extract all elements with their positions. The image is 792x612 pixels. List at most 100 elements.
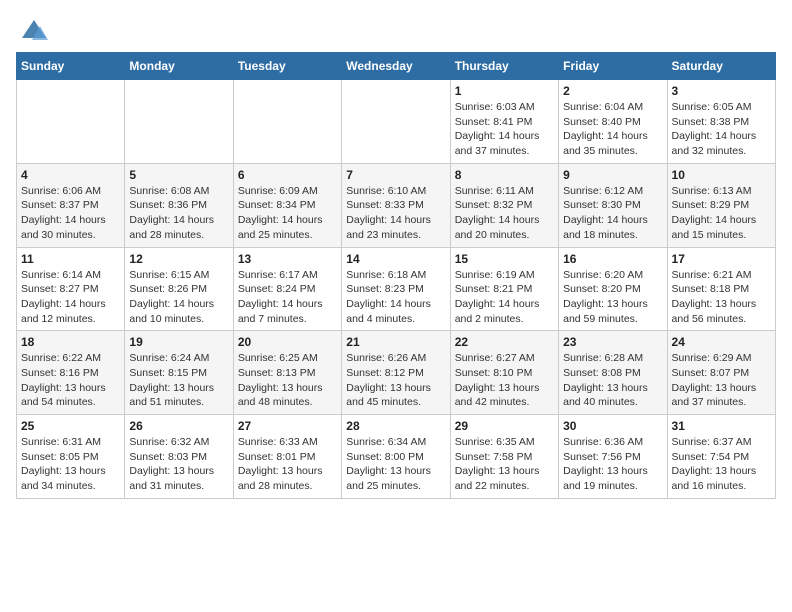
- calendar-cell: [342, 80, 450, 164]
- calendar-week-row: 25 Sunrise: 6:31 AMSunset: 8:05 PMDayligh…: [17, 415, 776, 499]
- logo-icon: [20, 16, 48, 44]
- day-info: Sunrise: 6:24 AMSunset: 8:15 PMDaylight:…: [129, 351, 228, 410]
- day-info: Sunrise: 6:05 AMSunset: 8:38 PMDaylight:…: [672, 100, 771, 159]
- day-number: 6: [238, 168, 337, 182]
- day-number: 10: [672, 168, 771, 182]
- day-number: 18: [21, 335, 120, 349]
- calendar-cell: 15 Sunrise: 6:19 AMSunset: 8:21 PMDayligh…: [450, 247, 558, 331]
- day-number: 25: [21, 419, 120, 433]
- day-info: Sunrise: 6:36 AMSunset: 7:56 PMDaylight:…: [563, 435, 662, 494]
- day-info: Sunrise: 6:26 AMSunset: 8:12 PMDaylight:…: [346, 351, 445, 410]
- day-info: Sunrise: 6:03 AMSunset: 8:41 PMDaylight:…: [455, 100, 554, 159]
- calendar-cell: 16 Sunrise: 6:20 AMSunset: 8:20 PMDayligh…: [559, 247, 667, 331]
- day-info: Sunrise: 6:14 AMSunset: 8:27 PMDaylight:…: [21, 268, 120, 327]
- day-info: Sunrise: 6:04 AMSunset: 8:40 PMDaylight:…: [563, 100, 662, 159]
- calendar-cell: 12 Sunrise: 6:15 AMSunset: 8:26 PMDayligh…: [125, 247, 233, 331]
- day-number: 24: [672, 335, 771, 349]
- day-number: 2: [563, 84, 662, 98]
- calendar-cell: [233, 80, 341, 164]
- calendar-cell: 31 Sunrise: 6:37 AMSunset: 7:54 PMDayligh…: [667, 415, 775, 499]
- calendar-cell: 23 Sunrise: 6:28 AMSunset: 8:08 PMDayligh…: [559, 331, 667, 415]
- calendar-cell: 27 Sunrise: 6:33 AMSunset: 8:01 PMDayligh…: [233, 415, 341, 499]
- day-info: Sunrise: 6:18 AMSunset: 8:23 PMDaylight:…: [346, 268, 445, 327]
- day-info: Sunrise: 6:21 AMSunset: 8:18 PMDaylight:…: [672, 268, 771, 327]
- day-info: Sunrise: 6:19 AMSunset: 8:21 PMDaylight:…: [455, 268, 554, 327]
- day-number: 7: [346, 168, 445, 182]
- day-info: Sunrise: 6:06 AMSunset: 8:37 PMDaylight:…: [21, 184, 120, 243]
- day-info: Sunrise: 6:13 AMSunset: 8:29 PMDaylight:…: [672, 184, 771, 243]
- calendar-cell: [125, 80, 233, 164]
- calendar-cell: 19 Sunrise: 6:24 AMSunset: 8:15 PMDayligh…: [125, 331, 233, 415]
- day-info: Sunrise: 6:10 AMSunset: 8:33 PMDaylight:…: [346, 184, 445, 243]
- day-info: Sunrise: 6:20 AMSunset: 8:20 PMDaylight:…: [563, 268, 662, 327]
- day-info: Sunrise: 6:25 AMSunset: 8:13 PMDaylight:…: [238, 351, 337, 410]
- day-info: Sunrise: 6:27 AMSunset: 8:10 PMDaylight:…: [455, 351, 554, 410]
- calendar-cell: 22 Sunrise: 6:27 AMSunset: 8:10 PMDayligh…: [450, 331, 558, 415]
- day-number: 16: [563, 252, 662, 266]
- day-info: Sunrise: 6:08 AMSunset: 8:36 PMDaylight:…: [129, 184, 228, 243]
- day-info: Sunrise: 6:28 AMSunset: 8:08 PMDaylight:…: [563, 351, 662, 410]
- day-number: 19: [129, 335, 228, 349]
- day-number: 26: [129, 419, 228, 433]
- calendar-table: SundayMondayTuesdayWednesdayThursdayFrid…: [16, 52, 776, 499]
- calendar-week-row: 4Sunrise: 6:06 AMSunset: 8:37 PMDaylight…: [17, 163, 776, 247]
- day-info: Sunrise: 6:34 AMSunset: 8:00 PMDaylight:…: [346, 435, 445, 494]
- day-number: 27: [238, 419, 337, 433]
- calendar-cell: 4Sunrise: 6:06 AMSunset: 8:37 PMDaylight…: [17, 163, 125, 247]
- day-number: 17: [672, 252, 771, 266]
- calendar-cell: 29Sunrise: 6:35 AMSunset: 7:58 PMDayligh…: [450, 415, 558, 499]
- calendar-week-row: 18 Sunrise: 6:22 AMSunset: 8:16 PMDayligh…: [17, 331, 776, 415]
- day-number: 12: [129, 252, 228, 266]
- day-info: Sunrise: 6:09 AMSunset: 8:34 PMDaylight:…: [238, 184, 337, 243]
- day-info: Sunrise: 6:22 AMSunset: 8:16 PMDaylight:…: [21, 351, 120, 410]
- day-number: 23: [563, 335, 662, 349]
- day-number: 28: [346, 419, 445, 433]
- calendar-cell: 8 Sunrise: 6:11 AMSunset: 8:32 PMDaylight…: [450, 163, 558, 247]
- calendar-cell: 7 Sunrise: 6:10 AMSunset: 8:33 PMDaylight…: [342, 163, 450, 247]
- day-number: 31: [672, 419, 771, 433]
- day-info: Sunrise: 6:32 AMSunset: 8:03 PMDaylight:…: [129, 435, 228, 494]
- calendar-cell: 13Sunrise: 6:17 AMSunset: 8:24 PMDayligh…: [233, 247, 341, 331]
- calendar-cell: 30 Sunrise: 6:36 AMSunset: 7:56 PMDayligh…: [559, 415, 667, 499]
- calendar-cell: 11 Sunrise: 6:14 AMSunset: 8:27 PMDayligh…: [17, 247, 125, 331]
- day-number: 21: [346, 335, 445, 349]
- day-info: Sunrise: 6:29 AMSunset: 8:07 PMDaylight:…: [672, 351, 771, 410]
- calendar-cell: 1Sunrise: 6:03 AMSunset: 8:41 PMDaylight…: [450, 80, 558, 164]
- calendar-header-row: SundayMondayTuesdayWednesdayThursdayFrid…: [17, 53, 776, 80]
- calendar-cell: 3 Sunrise: 6:05 AMSunset: 8:38 PMDaylight…: [667, 80, 775, 164]
- day-number: 3: [672, 84, 771, 98]
- calendar-week-row: 1Sunrise: 6:03 AMSunset: 8:41 PMDaylight…: [17, 80, 776, 164]
- day-info: Sunrise: 6:11 AMSunset: 8:32 PMDaylight:…: [455, 184, 554, 243]
- day-number: 20: [238, 335, 337, 349]
- calendar-cell: 14 Sunrise: 6:18 AMSunset: 8:23 PMDayligh…: [342, 247, 450, 331]
- day-of-week-header: Monday: [125, 53, 233, 80]
- day-info: Sunrise: 6:31 AMSunset: 8:05 PMDaylight:…: [21, 435, 120, 494]
- day-info: Sunrise: 6:15 AMSunset: 8:26 PMDaylight:…: [129, 268, 228, 327]
- day-of-week-header: Friday: [559, 53, 667, 80]
- day-info: Sunrise: 6:33 AMSunset: 8:01 PMDaylight:…: [238, 435, 337, 494]
- page-header: [16, 16, 776, 44]
- day-number: 30: [563, 419, 662, 433]
- day-number: 11: [21, 252, 120, 266]
- day-number: 8: [455, 168, 554, 182]
- calendar-week-row: 11 Sunrise: 6:14 AMSunset: 8:27 PMDayligh…: [17, 247, 776, 331]
- logo: [16, 16, 48, 44]
- calendar-cell: 2 Sunrise: 6:04 AMSunset: 8:40 PMDaylight…: [559, 80, 667, 164]
- calendar-cell: 5Sunrise: 6:08 AMSunset: 8:36 PMDaylight…: [125, 163, 233, 247]
- day-of-week-header: Wednesday: [342, 53, 450, 80]
- day-number: 13: [238, 252, 337, 266]
- day-info: Sunrise: 6:37 AMSunset: 7:54 PMDaylight:…: [672, 435, 771, 494]
- day-number: 9: [563, 168, 662, 182]
- calendar-cell: 17 Sunrise: 6:21 AMSunset: 8:18 PMDayligh…: [667, 247, 775, 331]
- day-number: 29: [455, 419, 554, 433]
- calendar-cell: 26 Sunrise: 6:32 AMSunset: 8:03 PMDayligh…: [125, 415, 233, 499]
- day-of-week-header: Thursday: [450, 53, 558, 80]
- day-number: 14: [346, 252, 445, 266]
- calendar-cell: 21 Sunrise: 6:26 AMSunset: 8:12 PMDayligh…: [342, 331, 450, 415]
- calendar-cell: 24 Sunrise: 6:29 AMSunset: 8:07 PMDayligh…: [667, 331, 775, 415]
- day-of-week-header: Sunday: [17, 53, 125, 80]
- calendar-cell: 18 Sunrise: 6:22 AMSunset: 8:16 PMDayligh…: [17, 331, 125, 415]
- calendar-cell: [17, 80, 125, 164]
- day-number: 22: [455, 335, 554, 349]
- day-number: 15: [455, 252, 554, 266]
